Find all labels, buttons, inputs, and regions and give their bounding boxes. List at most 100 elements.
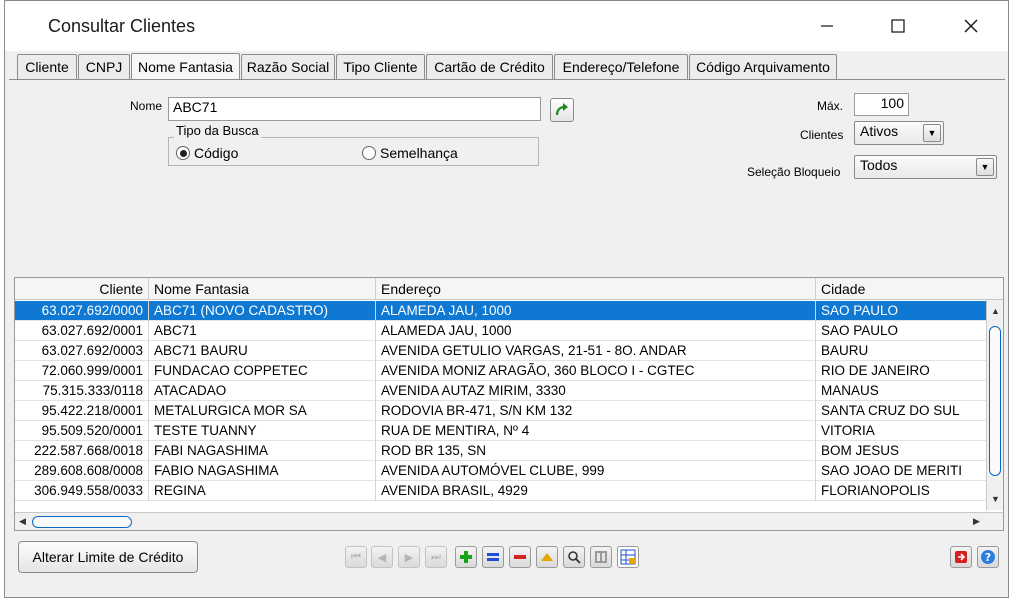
table-row[interactable]: 306.949.558/0033 REGINA AVENIDA BRASIL, 49… (15, 481, 987, 501)
clientes-select[interactable]: Ativos ▼ (854, 121, 944, 145)
cell-cliente: 95.422.218/0001 (15, 401, 149, 421)
tab-razao-social[interactable]: Razão Social (241, 54, 335, 79)
cell-nome-fantasia: ABC71 (NOVO CADASTRO) (149, 301, 376, 321)
nome-input[interactable]: ABC71 (168, 97, 541, 121)
cell-cliente: 75.315.333/0118 (15, 381, 149, 401)
cell-cidade: FLORIANOPOLIS (816, 481, 987, 501)
cell-cidade: SAO JOAO DE MERITI (816, 461, 987, 481)
maximize-button[interactable] (878, 11, 918, 41)
column-nome-fantasia[interactable]: Nome Fantasia (149, 278, 376, 300)
clientes-grid: Cliente Nome Fantasia Endereço Cidade 63… (14, 277, 1004, 531)
add-button[interactable] (455, 546, 477, 568)
scroll-down-icon[interactable]: ▼ (991, 494, 1000, 504)
table-row[interactable]: 289.608.608/0008 FABIO NAGASHIMA AVENIDA A… (15, 461, 987, 481)
column-cliente[interactable]: Cliente (15, 278, 149, 300)
window-title: Consultar Clientes (48, 16, 196, 36)
clientes-select-value: Ativos (860, 123, 899, 139)
column-cidade[interactable]: Cidade (816, 278, 1003, 300)
remove-button[interactable] (509, 546, 531, 568)
maximize-icon (891, 19, 905, 33)
table-row[interactable]: 63.027.692/0003 ABC71 BAURU AVENIDA GETULI… (15, 341, 987, 361)
close-icon (964, 19, 978, 33)
table-row[interactable]: 63.027.692/0001 ABC71 ALAMEDA JAU, 1000 SAO… (15, 321, 987, 341)
tab-cliente[interactable]: Cliente (17, 54, 77, 79)
cell-endereco: AVENIDA GETULIO VARGAS, 21-51 - 8O. ANDA… (376, 341, 816, 361)
close-button[interactable] (951, 11, 991, 41)
alterar-limite-credito-button[interactable]: Alterar Limite de Crédito (18, 541, 198, 573)
cell-endereco: ROD BR 135, SN (376, 441, 816, 461)
search-button[interactable] (563, 546, 585, 568)
column-endereco[interactable]: Endereço (376, 278, 816, 300)
cell-nome-fantasia: ATACADAO (149, 381, 376, 401)
clientes-label: Clientes (800, 128, 844, 142)
previous-record-button[interactable]: ◀ (371, 546, 393, 568)
help-button[interactable]: ? (977, 546, 999, 568)
tab-endereco-telefone[interactable]: Endereço/Telefone (554, 54, 688, 79)
radio-codigo[interactable]: Código (176, 145, 238, 161)
up-button[interactable] (536, 546, 558, 568)
cell-cliente: 63.027.692/0000 (15, 301, 149, 321)
tab-nome-fantasia[interactable]: Nome Fantasia (131, 53, 240, 80)
cell-cliente: 222.587.668/0018 (15, 441, 149, 461)
chevron-down-icon: ▼ (976, 158, 994, 176)
cell-endereco: AVENIDA AUTAZ MIRIM, 3330 (376, 381, 816, 401)
table-row[interactable]: 95.509.520/0001 TESTE TUANNY RUA DE MENTIR… (15, 421, 987, 441)
cell-cliente: 63.027.692/0003 (15, 341, 149, 361)
equal-button[interactable] (482, 546, 504, 568)
cell-endereco: ALAMEDA JAU, 1000 (376, 321, 816, 341)
cell-nome-fantasia: ABC71 (149, 321, 376, 341)
cell-nome-fantasia: METALURGICA MOR SA (149, 401, 376, 421)
grid-options-button[interactable] (617, 546, 639, 568)
next-record-icon: ▶ (404, 551, 414, 564)
first-record-button[interactable]: ⏮ (345, 546, 367, 568)
tab-tipo-cliente[interactable]: Tipo Cliente (336, 54, 425, 79)
selecao-bloqueio-select[interactable]: Todos ▼ (854, 155, 997, 179)
radio-codigo-label: Código (194, 145, 239, 161)
cell-nome-fantasia: ABC71 BAURU (149, 341, 376, 361)
previous-record-icon: ◀ (377, 551, 387, 564)
tab-cnpj[interactable]: CNPJ (78, 54, 130, 79)
help-icon: ? (981, 550, 995, 564)
cell-cliente: 72.060.999/0001 (15, 361, 149, 381)
search-go-button[interactable] (550, 98, 574, 122)
tab-codigo-arquivamento[interactable]: Código Arquivamento (689, 54, 837, 79)
exit-icon (955, 551, 967, 563)
table-row[interactable]: 63.027.692/0000 ABC71 (NOVO CADASTRO) ALAM… (15, 301, 987, 321)
scroll-left-icon[interactable]: ◀ (19, 516, 26, 527)
exit-button[interactable] (950, 546, 972, 568)
cell-endereco: RODOVIA BR-471, S/N KM 132 (376, 401, 816, 421)
columns-button[interactable] (590, 546, 612, 568)
cell-cidade: RIO DE JANEIRO (816, 361, 987, 381)
scroll-right-icon[interactable]: ▶ (973, 516, 980, 527)
svg-text:?: ? (985, 551, 991, 564)
refresh-arrow-icon (555, 103, 568, 116)
last-record-button[interactable]: ⏭ (425, 546, 447, 568)
vertical-scrollbar[interactable]: ▲ ▼ (986, 300, 1003, 510)
radio-unselected-icon (362, 146, 376, 160)
selecao-bloqueio-label: Seleção Bloqueio (747, 165, 841, 179)
table-row[interactable]: 75.315.333/0118 ATACADAO AVENIDA AUTAZ MIR… (15, 381, 987, 401)
next-record-button[interactable]: ▶ (398, 546, 420, 568)
horizontal-scroll-thumb[interactable] (32, 516, 132, 528)
horizontal-scrollbar[interactable]: ◀ ▶ (15, 512, 1003, 530)
cell-cidade: SAO PAULO (816, 321, 987, 341)
table-row[interactable]: 222.587.668/0018 FABI NAGASHIMA ROD BR 135… (15, 441, 987, 461)
table-row[interactable]: 72.060.999/0001 FUNDACAO COPPETEC AVENIDA … (15, 361, 987, 381)
max-input[interactable]: 100 (854, 93, 909, 116)
search-icon (568, 551, 581, 564)
cell-cliente: 306.949.558/0033 (15, 481, 149, 501)
cell-endereco: AVENIDA MONIZ ARAGÃO, 360 BLOCO I - CGTE… (376, 361, 816, 381)
minimize-icon (821, 25, 833, 27)
tipo-busca-label: Tipo da Busca (174, 123, 261, 138)
table-row[interactable]: 95.422.218/0001 METALURGICA MOR SA RODOVIA… (15, 401, 987, 421)
tab-cartao-de-credito[interactable]: Cartão de Crédito (426, 54, 553, 79)
add-icon (460, 551, 472, 563)
cell-nome-fantasia: FUNDACAO COPPETEC (149, 361, 376, 381)
radio-selected-icon (176, 146, 190, 160)
scroll-up-icon[interactable]: ▲ (991, 306, 1000, 316)
radio-semelhanca[interactable]: Semelhança (362, 145, 458, 161)
radio-semelhanca-label: Semelhança (380, 145, 458, 161)
selecao-bloqueio-value: Todos (860, 157, 898, 173)
minimize-button[interactable] (807, 11, 847, 41)
vertical-scroll-thumb[interactable] (989, 326, 1001, 476)
